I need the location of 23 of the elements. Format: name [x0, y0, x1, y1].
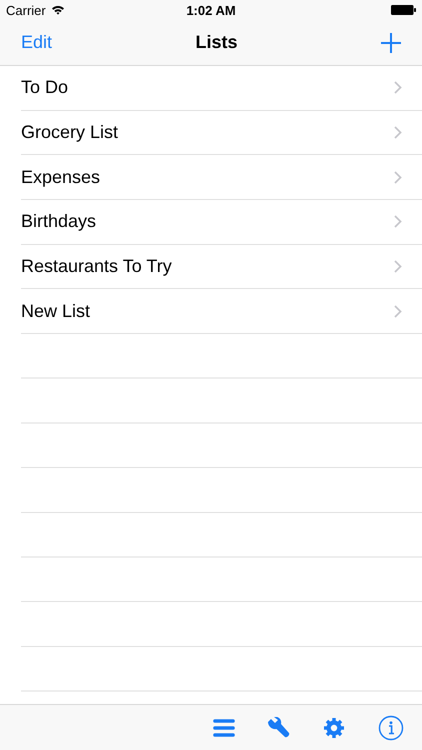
chevron-icon	[394, 304, 402, 318]
list-row[interactable]: Grocery List	[21, 110, 422, 156]
add-icon[interactable]	[380, 32, 401, 52]
chevron-icon	[394, 170, 402, 184]
battery-icon	[391, 5, 416, 15]
list-row[interactable]: Birthdays	[21, 200, 422, 245]
status-time: 1:02 AM	[186, 2, 236, 18]
info-icon[interactable]	[378, 714, 404, 740]
nav-title: Lists	[196, 32, 238, 53]
chevron-icon	[394, 215, 402, 228]
list-row[interactable]: To Do	[21, 66, 422, 111]
list-row[interactable]: New List	[21, 289, 422, 334]
chevron-icon	[394, 126, 402, 140]
edit-button[interactable]: Edit	[21, 32, 52, 53]
list-row[interactable]: Restaurants To Try	[21, 244, 422, 290]
chevron-icon	[394, 81, 402, 94]
list-icon[interactable]	[213, 718, 235, 736]
carrier-name: Carrier	[6, 2, 46, 18]
wifi-icon	[50, 5, 65, 15]
list-row[interactable]: Expenses	[21, 155, 422, 200]
wrench-icon[interactable]	[268, 716, 290, 738]
chevron-icon	[394, 260, 402, 274]
gear-icon[interactable]	[323, 716, 345, 738]
